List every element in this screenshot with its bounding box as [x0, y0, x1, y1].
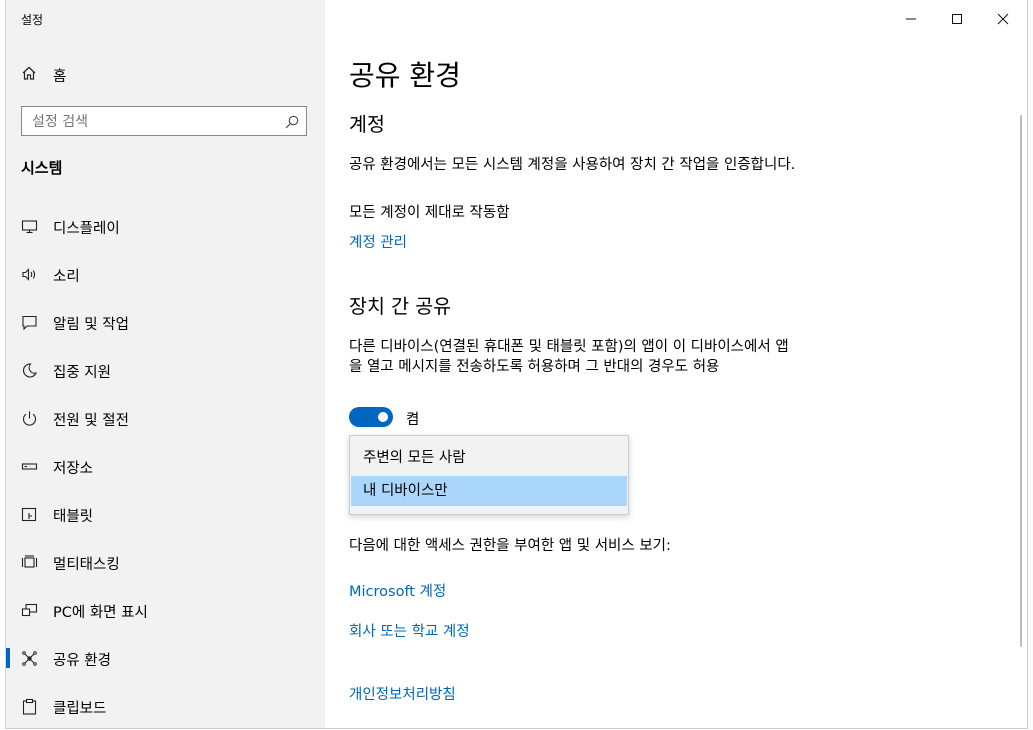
sidebar-item-sound[interactable]: 소리	[6, 254, 325, 294]
toggle-knob	[378, 412, 388, 422]
app-title: 설정	[21, 13, 44, 27]
privacy-statement-link[interactable]: 개인정보처리방침	[349, 683, 456, 704]
settings-window: 설정 홈 시스템 디스플레이 소리 알림 및 작업	[5, 0, 1028, 729]
minimize-icon	[905, 10, 917, 29]
work-school-account-link[interactable]: 회사 또는 학교 계정	[349, 620, 470, 641]
close-icon	[997, 10, 1009, 29]
close-button[interactable]	[980, 6, 1026, 32]
storage-icon	[21, 458, 38, 475]
sidebar-item-clipboard[interactable]: 클립보드	[6, 686, 325, 726]
vertical-scrollbar[interactable]	[1020, 115, 1022, 647]
page-title: 공유 환경	[349, 59, 461, 92]
search-box[interactable]	[21, 106, 307, 136]
sidebar-item-notifications[interactable]: 알림 및 작업	[6, 302, 325, 342]
accounts-status: 모든 계정이 제대로 작동함	[349, 205, 510, 221]
multitasking-icon	[21, 554, 38, 571]
moon-icon	[21, 362, 38, 379]
dropdown-option-everyone-nearby[interactable]: 주변의 모든 사람	[351, 443, 627, 473]
sidebar-item-project-to-pc[interactable]: PC에 화면 표시	[6, 590, 325, 630]
sidebar-item-display[interactable]: 디스플레이	[6, 206, 325, 246]
sidebar-item-label: 디스플레이	[53, 221, 120, 237]
main-content: 공유 환경 계정 공유 환경에서는 모든 시스템 계정을 사용하여 장치 간 작…	[325, 0, 1027, 728]
manage-accounts-link[interactable]: 계정 관리	[349, 231, 407, 252]
access-description: 다음에 대한 액세스 권한을 부여한 앱 및 서비스 보기:	[349, 538, 671, 554]
home-label: 홈	[53, 68, 67, 85]
sidebar-item-label: PC에 화면 표시	[53, 605, 148, 621]
sidebar-item-label: 태블릿	[53, 509, 94, 525]
sidebar-item-storage[interactable]: 저장소	[6, 446, 325, 486]
home-nav-item[interactable]: 홈	[21, 63, 66, 87]
sidebar-item-label: 저장소	[53, 461, 94, 477]
sidebar-item-label: 소리	[53, 269, 80, 285]
toggle-state-label: 켬	[406, 412, 420, 428]
power-icon	[21, 410, 38, 427]
sidebar-item-label: 전원 및 절전	[53, 413, 129, 429]
share-across-devices-description: 다른 디바이스(연결된 휴대폰 및 태블릿 포함)의 앱이 이 디바이스에서 앱…	[349, 339, 789, 375]
share-with-dropdown-menu: 주변의 모든 사람 내 디바이스만	[349, 435, 629, 515]
sidebar-item-multitasking[interactable]: 멀티태스킹	[6, 542, 325, 582]
dropdown-option-my-devices-only[interactable]: 내 디바이스만	[351, 476, 627, 506]
sidebar-item-tablet[interactable]: 태블릿	[6, 494, 325, 534]
active-indicator	[6, 648, 10, 668]
minimize-button[interactable]	[888, 6, 934, 32]
maximize-button[interactable]	[934, 6, 980, 32]
accounts-heading: 계정	[349, 113, 385, 136]
search-input[interactable]	[30, 111, 284, 133]
speaker-icon	[21, 266, 38, 283]
sidebar-item-label: 알림 및 작업	[53, 317, 129, 333]
clipboard-icon	[21, 698, 38, 715]
section-title: 시스템	[21, 159, 63, 177]
sidebar-item-label: 클립보드	[53, 701, 107, 717]
search-icon	[285, 114, 299, 133]
share-across-devices-heading: 장치 간 공유	[349, 295, 452, 318]
notification-icon	[21, 314, 38, 331]
accounts-description: 공유 환경에서는 모든 시스템 계정을 사용하여 장치 간 작업을 인증합니다.	[349, 157, 796, 173]
sidebar-item-power-sleep[interactable]: 전원 및 절전	[6, 398, 325, 438]
shared-experiences-icon	[21, 650, 38, 667]
sidebar-item-shared-experiences[interactable]: 공유 환경	[6, 638, 325, 678]
sidebar: 설정 홈 시스템 디스플레이 소리 알림 및 작업	[6, 0, 325, 728]
sidebar-item-focus-assist[interactable]: 집중 지원	[6, 350, 325, 390]
share-across-devices-toggle[interactable]	[349, 407, 393, 427]
sidebar-item-label: 공유 환경	[53, 653, 111, 669]
tablet-icon	[21, 506, 38, 523]
project-icon	[21, 602, 38, 619]
sidebar-item-label: 집중 지원	[53, 365, 111, 381]
monitor-icon	[21, 218, 38, 235]
maximize-icon	[951, 10, 963, 29]
microsoft-account-link[interactable]: Microsoft 계정	[349, 580, 446, 601]
sidebar-item-label: 멀티태스킹	[53, 557, 120, 573]
home-icon	[21, 65, 37, 85]
